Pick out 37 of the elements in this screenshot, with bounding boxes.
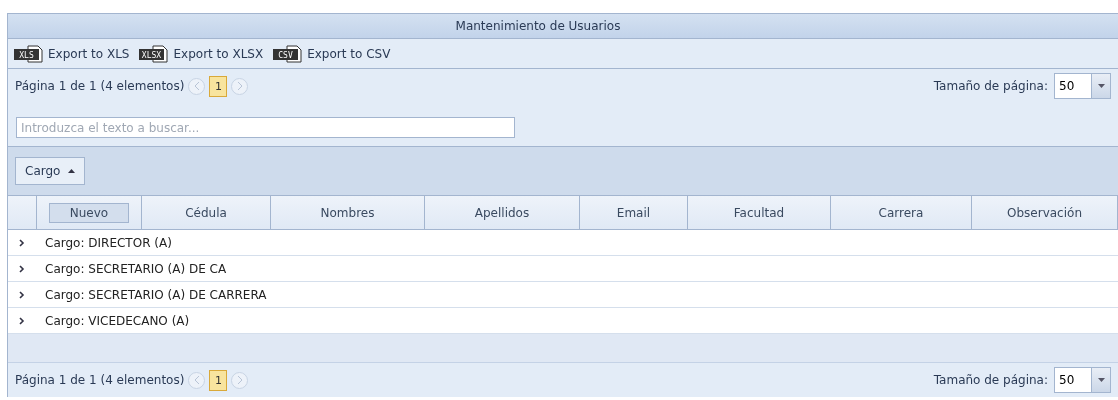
group-row-label: Cargo: SECRETARIO (A) DE CARRERA xyxy=(45,287,267,302)
grid-title: Mantenimiento de Usuarios xyxy=(455,19,621,33)
chevron-right-icon xyxy=(19,316,25,325)
search-field[interactable]: Introduzca el texto a buscar... xyxy=(16,117,515,138)
column-header[interactable]: Cédula xyxy=(142,196,271,229)
dropdown-caret-icon xyxy=(1097,378,1105,382)
page-size-label: Tamaño de página: xyxy=(933,79,1048,93)
page-number-button[interactable]: 1 xyxy=(209,75,228,97)
group-row-label: Cargo: VICEDECANO (A) xyxy=(45,313,190,328)
column-header[interactable]: Email xyxy=(580,196,688,229)
group-row-label: Cargo: SECRETARIO (A) DE CA xyxy=(45,261,227,276)
sort-arrow-icon xyxy=(68,169,76,173)
export-button[interactable]: XLS Export to XLS xyxy=(14,44,130,63)
chevron-right-icon xyxy=(19,238,25,247)
page-summary: Página 1 de 1 (4 elementos) xyxy=(15,79,185,93)
group-row-label: Cargo: DIRECTOR (A) xyxy=(45,235,172,250)
export-button[interactable]: XLSX Export to XLSX xyxy=(139,44,264,63)
column-header[interactable]: Facultad xyxy=(688,196,831,229)
chevron-right-icon xyxy=(19,290,25,299)
page-summary: Página 1 de 1 (4 elementos) xyxy=(15,373,185,387)
chevron-left-icon xyxy=(193,82,200,90)
page-size-dropdown[interactable]: 50 xyxy=(1054,367,1111,393)
page-size-label: Tamaño de página: xyxy=(933,373,1048,387)
chevron-right-icon xyxy=(236,376,243,384)
new-button[interactable]: Nuevo xyxy=(49,202,129,223)
page-number-button[interactable]: 1 xyxy=(209,369,228,391)
chevron-left-icon xyxy=(193,376,200,384)
group-column-button[interactable]: Cargo xyxy=(15,157,86,185)
column-header[interactable]: Apellidos xyxy=(425,196,580,229)
page-size-dropdown[interactable]: 50 xyxy=(1054,73,1111,99)
export-button[interactable]: CSV Export to CSV xyxy=(273,44,391,63)
dropdown-caret-icon xyxy=(1097,84,1105,88)
chevron-right-icon xyxy=(236,82,243,90)
column-header[interactable]: Observación xyxy=(972,196,1118,229)
chevron-right-icon xyxy=(19,264,25,273)
column-header[interactable]: Carrera xyxy=(831,196,972,229)
column-header[interactable]: Nombres xyxy=(271,196,425,229)
